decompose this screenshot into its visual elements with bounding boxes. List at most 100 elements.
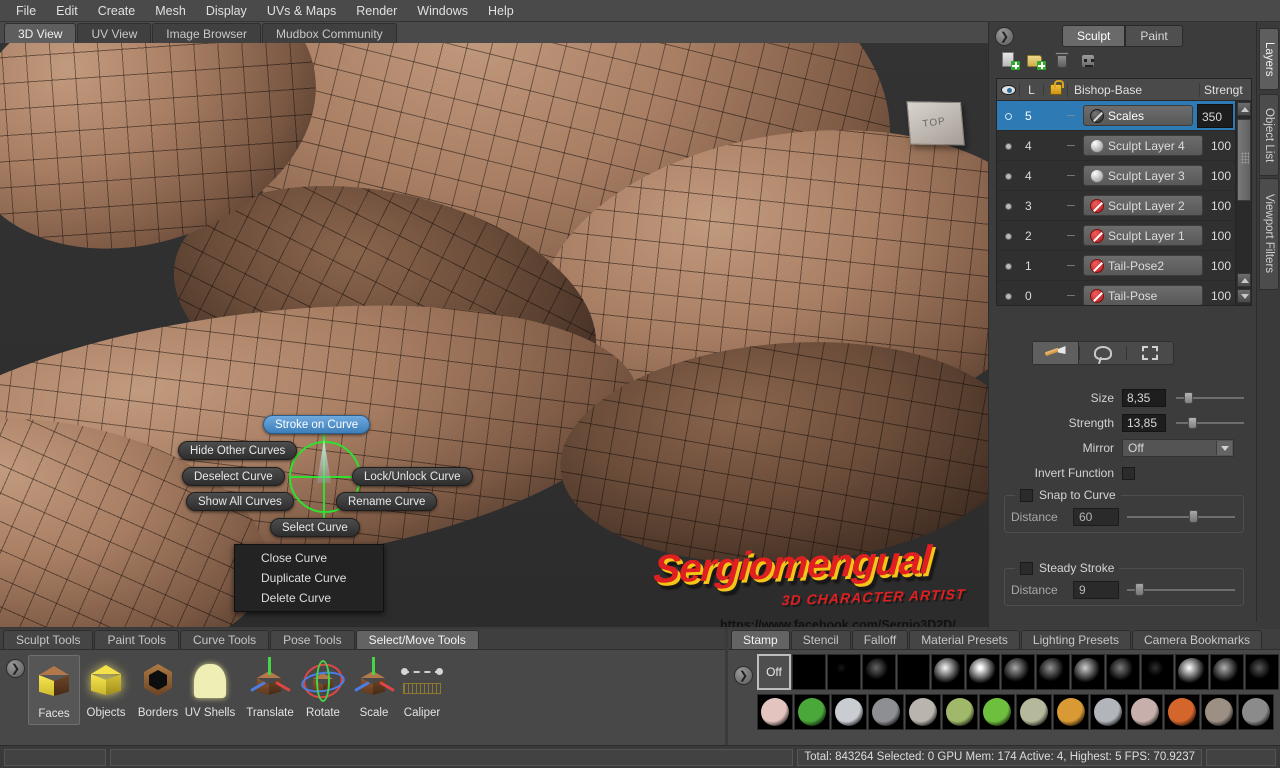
- shelf-tab-select-move-tools[interactable]: Select/Move Tools: [355, 630, 479, 649]
- steady-stroke-checkbox[interactable]: [1020, 561, 1033, 575]
- layer-visibility-toggle[interactable]: [997, 289, 1019, 303]
- strength-slider[interactable]: [1176, 416, 1244, 430]
- menu-item-help[interactable]: Help: [478, 1, 524, 21]
- tool-uv-shells[interactable]: UV Shells: [184, 655, 236, 725]
- marking-item-stroke-on-curve[interactable]: Stroke on Curve: [263, 415, 371, 434]
- stamp-thumbnail[interactable]: [1175, 654, 1210, 690]
- layer-row-sculpt-layer-4[interactable]: 4 ─ Sculpt Layer 4 100: [997, 131, 1251, 161]
- layer-name-chip[interactable]: Tail-Pose2: [1083, 255, 1203, 276]
- stamp-thumbnail[interactable]: [942, 694, 978, 730]
- tool-rotate[interactable]: Rotate: [297, 655, 349, 725]
- brush-mode-icon[interactable]: [1033, 342, 1079, 364]
- chevron-down-icon[interactable]: [1216, 441, 1232, 455]
- stamp-thumbnail[interactable]: [1127, 694, 1163, 730]
- shelf-tab-curve-tools[interactable]: Curve Tools: [179, 630, 270, 649]
- stamp-thumbnail[interactable]: [826, 654, 861, 690]
- stamp-thumbnail[interactable]: [1140, 654, 1175, 690]
- stamp-thumbnail[interactable]: [1016, 694, 1052, 730]
- tool-faces[interactable]: Faces: [28, 655, 80, 725]
- panel-expander-icon[interactable]: ❯: [995, 27, 1014, 46]
- vtab-viewport-filters[interactable]: Viewport Filters: [1259, 178, 1279, 290]
- tab-3d-view[interactable]: 3D View: [4, 23, 77, 43]
- strength-input[interactable]: 13,85: [1122, 414, 1166, 432]
- marking-item-show-all-curves[interactable]: Show All Curves: [186, 492, 294, 511]
- view-cube-gizmo[interactable]: TOP: [899, 90, 977, 161]
- layer-row-tail-pose[interactable]: 0 ─ Tail-Pose 100: [997, 281, 1251, 305]
- steady-distance-slider[interactable]: [1127, 583, 1235, 597]
- stamp-tab-falloff[interactable]: Falloff: [851, 630, 909, 649]
- layer-row-scales[interactable]: 5 ─ Scales 350 +: [997, 101, 1251, 131]
- stamp-tab-camera-bookmarks[interactable]: Camera Bookmarks: [1131, 630, 1262, 649]
- stamp-thumbnail[interactable]: [1245, 654, 1280, 690]
- tool-objects[interactable]: Objects: [80, 655, 132, 725]
- layer-visibility-toggle[interactable]: [997, 199, 1019, 213]
- layer-visibility-toggle[interactable]: [997, 109, 1019, 123]
- stamp-off-button[interactable]: Off: [757, 654, 791, 690]
- menu-item-file[interactable]: File: [6, 1, 46, 21]
- stamp-thumbnail[interactable]: [1090, 694, 1126, 730]
- tool-translate[interactable]: Translate: [244, 655, 296, 725]
- delete-layer-icon[interactable]: [1052, 51, 1072, 71]
- stamp-thumbnail[interactable]: [1210, 654, 1245, 690]
- scroll-up-button[interactable]: [1237, 102, 1251, 116]
- layer-name-chip[interactable]: Sculpt Layer 2: [1083, 195, 1203, 216]
- shelf-tab-pose-tools[interactable]: Pose Tools: [270, 630, 355, 649]
- stamp-thumbnail[interactable]: [1201, 694, 1237, 730]
- vtab-object-list[interactable]: Object List: [1259, 94, 1279, 176]
- layer-name-chip[interactable]: Tail-Pose: [1083, 285, 1203, 305]
- menu-item-uvs-maps[interactable]: UVs & Maps: [257, 1, 346, 21]
- marquee-mode-icon[interactable]: [1127, 342, 1173, 364]
- paint-mode-button[interactable]: Paint: [1126, 26, 1182, 46]
- menu-item-display[interactable]: Display: [196, 1, 257, 21]
- lasso-mode-icon[interactable]: [1080, 342, 1126, 364]
- scroll-up-button-bottom[interactable]: [1237, 273, 1251, 287]
- layer-visibility-toggle[interactable]: [997, 139, 1019, 153]
- menu-item-mesh[interactable]: Mesh: [145, 1, 196, 21]
- stamp-thumbnail[interactable]: [931, 654, 966, 690]
- stamp-thumbnail[interactable]: [1164, 694, 1200, 730]
- layer-list-scrollbar[interactable]: [1235, 101, 1251, 305]
- stamp-thumbnail[interactable]: [1238, 694, 1274, 730]
- layer-visibility-toggle[interactable]: [997, 259, 1019, 273]
- menu-item-edit[interactable]: Edit: [46, 1, 88, 21]
- layer-name-chip[interactable]: Sculpt Layer 1: [1083, 225, 1203, 246]
- snap-distance-input[interactable]: 60: [1073, 508, 1119, 526]
- stamp-expander-icon[interactable]: ❯: [734, 666, 753, 685]
- layer-name-chip[interactable]: Sculpt Layer 3: [1083, 165, 1203, 186]
- new-folder-icon[interactable]: [1026, 51, 1046, 71]
- mirror-dropdown[interactable]: Off: [1122, 439, 1234, 457]
- menu-item-create[interactable]: Create: [88, 1, 146, 21]
- layer-strength-field[interactable]: 350: [1197, 103, 1233, 128]
- steady-distance-input[interactable]: 9: [1073, 581, 1119, 599]
- stamp-thumbnail[interactable]: [757, 694, 793, 730]
- context-item-duplicate-curve[interactable]: Duplicate Curve: [235, 568, 383, 588]
- sculpt-mode-button[interactable]: Sculpt: [1063, 26, 1125, 46]
- mask-icon[interactable]: [1078, 51, 1098, 71]
- marking-item-select-curve[interactable]: Select Curve: [270, 518, 360, 537]
- stamp-thumbnail[interactable]: [831, 694, 867, 730]
- tool-caliper[interactable]: Caliper: [396, 655, 448, 725]
- shelf-expander-icon[interactable]: ❯: [6, 659, 25, 678]
- layer-visibility-toggle[interactable]: [997, 169, 1019, 183]
- stamp-thumbnail[interactable]: [861, 654, 896, 690]
- layer-name-chip[interactable]: Scales: [1083, 105, 1193, 126]
- stamp-thumbnail[interactable]: [1070, 654, 1105, 690]
- stamp-tab-lighting-presets[interactable]: Lighting Presets: [1020, 630, 1131, 649]
- menu-item-render[interactable]: Render: [346, 1, 407, 21]
- stamp-thumbnail[interactable]: [794, 694, 830, 730]
- menu-item-windows[interactable]: Windows: [407, 1, 478, 21]
- size-input[interactable]: 8,35: [1122, 389, 1166, 407]
- marking-item-deselect-curve[interactable]: Deselect Curve: [182, 467, 285, 486]
- stamp-thumbnail[interactable]: [1001, 654, 1035, 690]
- layer-list[interactable]: L Bishop-Base Strengt 5 ─ Scales 350 + 4…: [996, 78, 1252, 306]
- layer-row-sculpt-layer-3[interactable]: 4 ─ Sculpt Layer 3 100: [997, 161, 1251, 191]
- stamp-thumbnail-grid[interactable]: Off: [757, 654, 1280, 730]
- layer-row-tail-pose2[interactable]: 1 ─ Tail-Pose2 100: [997, 251, 1251, 281]
- stamp-thumbnail[interactable]: [791, 654, 826, 690]
- stamp-thumbnail[interactable]: [1036, 654, 1070, 690]
- stamp-tab-stamp[interactable]: Stamp: [731, 630, 790, 649]
- vtab-layers[interactable]: Layers: [1259, 28, 1279, 90]
- stamp-thumbnail[interactable]: [868, 694, 904, 730]
- tool-scale[interactable]: Scale: [348, 655, 400, 725]
- layer-row-sculpt-layer-2[interactable]: 3 ─ Sculpt Layer 2 100: [997, 191, 1251, 221]
